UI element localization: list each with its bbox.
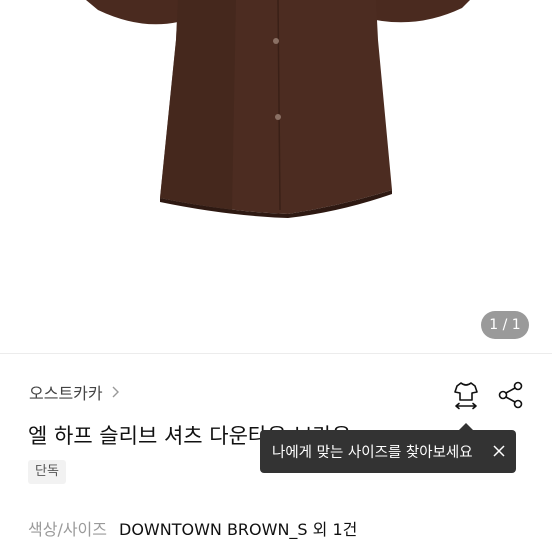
exclusive-badge: 단독: [28, 460, 66, 484]
brand-name: 오스트카카: [29, 384, 103, 403]
tooltip-arrow: [459, 423, 473, 430]
chevron-right-icon: [112, 386, 119, 398]
option-row[interactable]: 색상/사이즈 DOWNTOWN BROWN_S 외 1건: [28, 516, 357, 540]
product-image[interactable]: 1 / 1: [0, 0, 552, 352]
shirt-image: [86, 0, 470, 218]
close-icon[interactable]: [492, 444, 506, 458]
option-value: DOWNTOWN BROWN_S 외 1건: [119, 520, 358, 539]
share-icon: [498, 381, 523, 409]
header-icons: [452, 380, 525, 410]
shirt-size-icon: [454, 382, 478, 410]
image-counter: 1 / 1: [481, 311, 529, 339]
brand-link[interactable]: 오스트카카: [29, 381, 123, 403]
size-tooltip[interactable]: 나에게 맞는 사이즈를 찾아보세요: [260, 423, 516, 473]
size-guide-button[interactable]: [452, 380, 480, 410]
share-button[interactable]: [497, 380, 525, 410]
option-label: 색상/사이즈: [28, 520, 107, 539]
divider: [0, 353, 552, 354]
tooltip-text: 나에게 맞는 사이즈를 찾아보세요: [272, 445, 473, 461]
